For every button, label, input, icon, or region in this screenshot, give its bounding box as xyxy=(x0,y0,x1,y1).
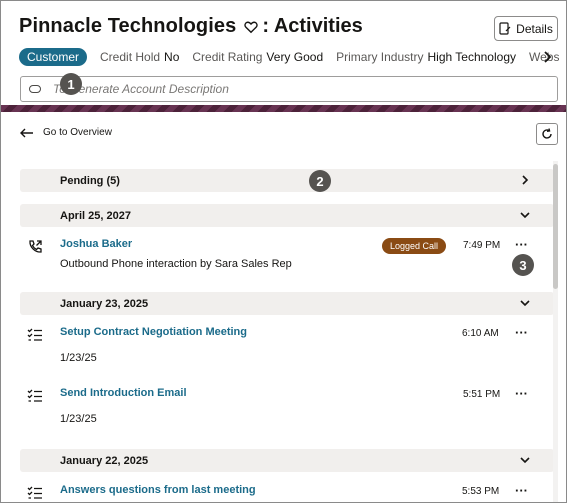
date-group-header[interactable]: January 22, 2025 xyxy=(20,449,554,472)
phone-outgoing-icon xyxy=(29,240,42,253)
date-group-label: April 25, 2027 xyxy=(60,209,131,222)
callout-3: 3 xyxy=(512,254,534,276)
favorite-heart-icon[interactable] xyxy=(244,20,259,34)
activity-name-link[interactable]: Setup Contract Negotiation Meeting xyxy=(60,326,247,338)
more-actions-icon[interactable]: ··· xyxy=(515,326,529,340)
task-list-icon xyxy=(27,328,42,341)
activity-description: Outbound Phone interaction by Sara Sales… xyxy=(60,258,292,270)
go-to-overview-link[interactable]: Go to Overview xyxy=(20,127,112,138)
chevron-right-icon[interactable] xyxy=(541,50,553,64)
activity-name-link[interactable]: Joshua Baker xyxy=(60,238,132,250)
date-group-label: January 23, 2025 xyxy=(60,297,149,310)
account-description-field[interactable] xyxy=(20,76,558,102)
scrollbar-thumb[interactable] xyxy=(553,164,558,289)
activity-date: 1/23/25 xyxy=(60,413,97,425)
activity-name-link[interactable]: Send Introduction Email xyxy=(60,387,187,399)
account-facts: Customer Credit Hold No Credit Rating Very… xyxy=(19,48,559,66)
activities-panel: Go to Overview Pending (5) April 25, 202… xyxy=(1,112,566,502)
pending-label: Pending (5) xyxy=(60,174,120,187)
date-group-label: January 22, 2025 xyxy=(60,454,149,467)
chevron-down-icon xyxy=(520,300,530,307)
details-label: Details xyxy=(516,21,553,36)
refresh-button[interactable] xyxy=(536,123,558,145)
date-group-header[interactable]: January 23, 2025 xyxy=(20,292,554,315)
description-input[interactable] xyxy=(53,82,533,96)
account-title: Pinnacle Technologies xyxy=(19,15,237,37)
activity-time: 6:10 AM xyxy=(462,328,499,339)
activity-time: 7:49 PM xyxy=(463,240,501,251)
more-actions-icon[interactable]: ··· xyxy=(515,238,529,252)
fact-credit-hold: Credit Hold No xyxy=(100,50,180,64)
fact-primary-industry: Primary Industry High Technology xyxy=(336,50,516,64)
logged-call-badge: Logged Call xyxy=(382,238,447,254)
task-list-icon xyxy=(27,486,42,499)
chevron-down-icon xyxy=(520,457,530,464)
more-actions-icon[interactable]: ··· xyxy=(515,387,529,401)
account-header: Pinnacle Technologies : Activities Detai… xyxy=(1,1,566,109)
activity-item: Answers questions from last meeting 5:53… xyxy=(20,484,554,502)
activity-time: 5:53 PM xyxy=(462,486,500,497)
activity-item: Setup Contract Negotiation Meeting 1/23/… xyxy=(20,326,554,381)
callout-1: 1 xyxy=(60,73,82,95)
page-title: : Activities xyxy=(262,15,363,37)
go-to-overview-label: Go to Overview xyxy=(43,127,112,138)
date-group-header[interactable]: April 25, 2027 xyxy=(20,204,554,227)
refresh-icon xyxy=(542,128,552,139)
arrow-left-icon xyxy=(20,128,33,137)
callout-2: 2 xyxy=(309,170,331,192)
details-button[interactable]: Details xyxy=(494,16,558,41)
more-actions-icon[interactable]: ··· xyxy=(515,484,529,498)
activity-name-link[interactable]: Answers questions from last meeting xyxy=(60,484,256,496)
activity-date: 1/23/25 xyxy=(60,352,97,364)
chevron-down-icon xyxy=(520,212,530,219)
app-frame: Pinnacle Technologies : Activities Detai… xyxy=(0,0,567,503)
ai-generate-icon xyxy=(29,85,41,93)
customer-chip[interactable]: Customer xyxy=(19,48,88,66)
task-list-icon xyxy=(27,389,42,402)
title-row: Pinnacle Technologies : Activities xyxy=(19,15,363,38)
pending-group-header[interactable]: Pending (5) xyxy=(20,169,554,192)
activity-item: Joshua Baker Outbound Phone interaction … xyxy=(20,238,554,293)
activity-item: Send Introduction Email 1/23/25 5:51 PM … xyxy=(20,387,554,442)
chevron-right-icon xyxy=(522,175,529,185)
document-edit-icon xyxy=(499,22,511,35)
fact-credit-rating: Credit Rating Very Good xyxy=(192,50,324,64)
activity-time: 5:51 PM xyxy=(463,389,501,400)
decorative-banner xyxy=(1,105,566,112)
